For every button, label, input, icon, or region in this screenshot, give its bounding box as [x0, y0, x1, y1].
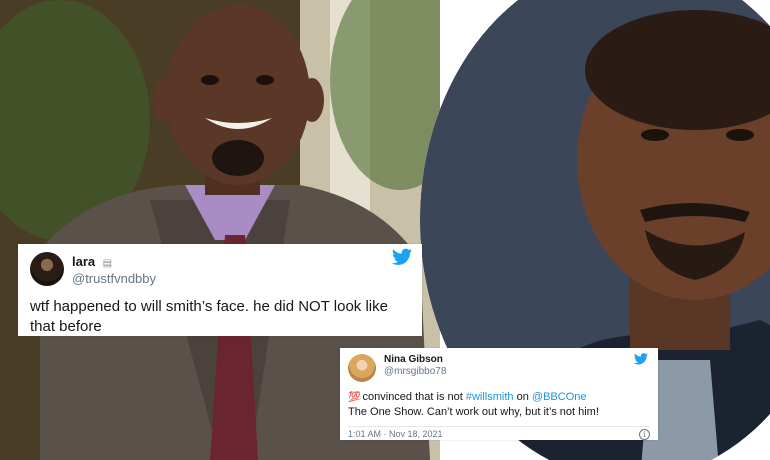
tweet-card-lara[interactable]: lara ▤ @trustfvndbby wtf happened to wil…: [18, 244, 422, 336]
twitter-bird-icon[interactable]: [634, 353, 648, 365]
author-handle[interactable]: @trustfvndbby: [72, 271, 156, 287]
clipboard-icon: ▤: [102, 258, 113, 269]
twitter-bird-icon[interactable]: [392, 248, 412, 266]
tweet-text-part: The One Show. Can’t work out why, but it…: [348, 405, 599, 418]
mention-link[interactable]: @BBCOne: [532, 391, 587, 403]
author-name[interactable]: lara: [72, 254, 95, 269]
author-name[interactable]: Nina Gibson: [384, 354, 446, 366]
tweet-card-nina[interactable]: Nina Gibson @mrsgibbo78 💯 convinced that…: [340, 348, 658, 440]
tweet-timestamp[interactable]: 1:01 AM · Nov 18, 2021: [348, 429, 443, 439]
info-icon[interactable]: i: [639, 428, 650, 440]
tweet-text-part: convinced that is not: [359, 391, 466, 403]
avatar[interactable]: [348, 354, 376, 382]
tweet-text: wtf happened to will smith’s face. he di…: [30, 297, 388, 336]
hashtag-link[interactable]: #willsmith: [466, 391, 514, 403]
collage: lara ▤ @trustfvndbby wtf happened to wil…: [0, 0, 770, 460]
tweet-footer: 1:01 AM · Nov 18, 2021 i: [348, 425, 650, 440]
tweet-author: lara ▤ @trustfvndbby: [72, 252, 156, 287]
hundred-points-icon: 💯: [348, 392, 360, 403]
tweet-header: lara ▤ @trustfvndbby: [30, 252, 412, 287]
tweet-header: Nina Gibson @mrsgibbo78: [348, 354, 650, 382]
tweet-text: 💯 convinced that is not #willsmith on @B…: [348, 390, 650, 420]
avatar[interactable]: [30, 252, 64, 286]
tweet-text-part: on: [513, 391, 532, 403]
author-handle[interactable]: @mrsgibbo78: [384, 366, 446, 378]
tweet-author: Nina Gibson @mrsgibbo78: [384, 354, 446, 378]
